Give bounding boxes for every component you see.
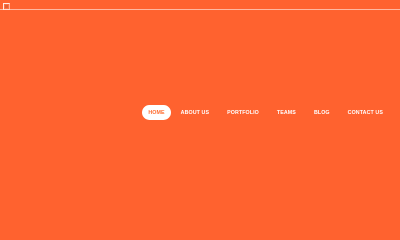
- broken-image-icon: [3, 3, 10, 10]
- main-navigation: HOME ABOUT US PORTFOLIO TEAMS BLOG CONTA…: [142, 105, 392, 120]
- nav-item-contact-us[interactable]: CONTACT US: [339, 105, 392, 120]
- top-divider: [0, 9, 400, 10]
- nav-item-about-us[interactable]: ABOUT US: [172, 105, 218, 120]
- nav-item-teams[interactable]: TEAMS: [268, 105, 305, 120]
- nav-item-home[interactable]: HOME: [142, 105, 171, 120]
- nav-item-portfolio[interactable]: PORTFOLIO: [218, 105, 268, 120]
- nav-item-blog[interactable]: BLOG: [305, 105, 339, 120]
